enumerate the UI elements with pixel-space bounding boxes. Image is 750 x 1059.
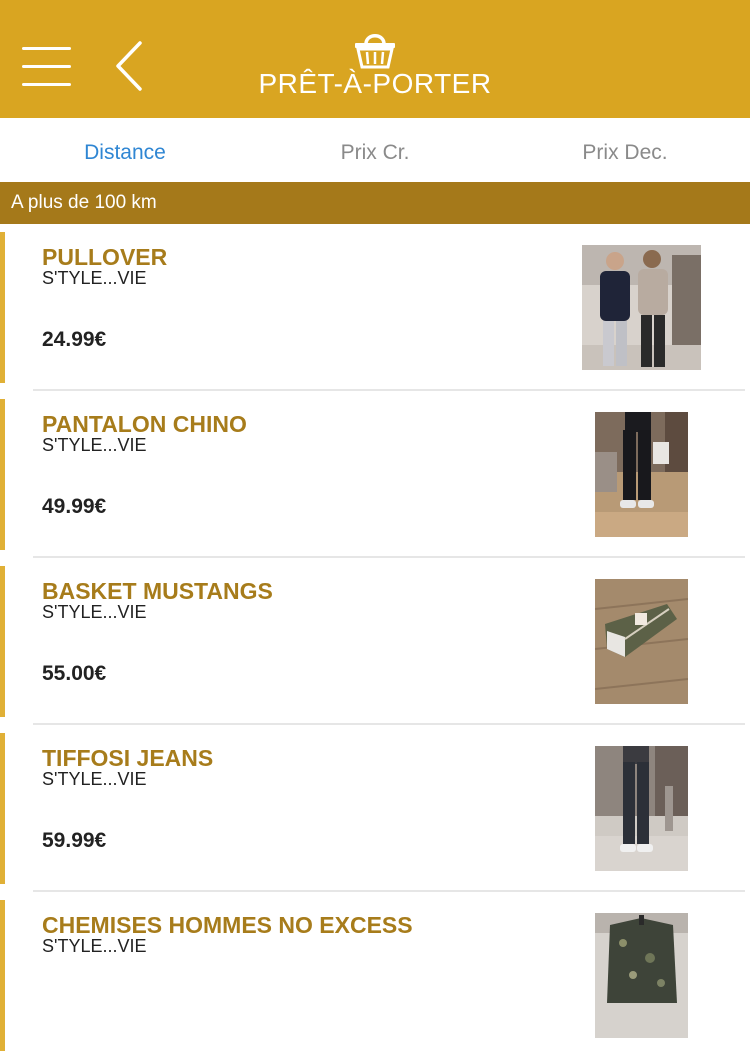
product-list: PULLOVER S'TYLE...VIE 24.99€ PANTALON CH… <box>0 224 750 1059</box>
shop-name: S'TYLE...VIE <box>42 936 147 956</box>
product-name: PULLOVER <box>42 244 168 270</box>
product-item[interactable]: CHEMISES HOMMES NO EXCESS S'TYLE...VIE <box>0 892 750 1059</box>
product-item[interactable]: TIFFOSI JEANS S'TYLE...VIE 59.99€ <box>0 725 750 892</box>
item-accent-bar <box>0 900 5 1051</box>
item-accent-bar <box>0 733 5 884</box>
product-thumbnail <box>582 245 701 370</box>
tab-prix-croissant[interactable]: Prix Cr. <box>250 118 500 182</box>
shop-name: S'TYLE...VIE <box>42 769 147 789</box>
product-price: 49.99€ <box>42 495 107 518</box>
product-price: 24.99€ <box>42 328 107 351</box>
item-accent-bar <box>0 232 5 383</box>
product-price: 55.00€ <box>42 662 107 685</box>
product-name: TIFFOSI JEANS <box>42 745 214 771</box>
header-title-block: PRÊT-À-PORTER <box>0 28 750 99</box>
product-thumbnail <box>595 746 688 871</box>
shop-name: S'TYLE...VIE <box>42 435 147 455</box>
item-accent-bar <box>0 399 5 550</box>
distance-section-header: A plus de 100 km <box>0 182 750 224</box>
product-item[interactable]: PANTALON CHINO S'TYLE...VIE 49.99€ <box>0 391 750 558</box>
page-title: PRÊT-À-PORTER <box>258 68 492 99</box>
product-name: PANTALON CHINO <box>42 411 247 437</box>
item-accent-bar <box>0 566 5 717</box>
product-thumbnail <box>595 579 688 704</box>
product-price: 59.99€ <box>42 829 107 852</box>
product-thumbnail <box>595 913 688 1038</box>
shop-name: S'TYLE...VIE <box>42 602 147 622</box>
product-item[interactable]: PULLOVER S'TYLE...VIE 24.99€ <box>0 224 750 391</box>
basket-icon <box>355 34 395 69</box>
tab-distance[interactable]: Distance <box>0 118 250 182</box>
sort-tabs: Distance Prix Cr. Prix Dec. <box>0 118 750 182</box>
product-item[interactable]: BASKET MUSTANGS S'TYLE...VIE 55.00€ <box>0 558 750 725</box>
product-name: BASKET MUSTANGS <box>42 578 273 604</box>
product-name: CHEMISES HOMMES NO EXCESS <box>42 912 413 938</box>
tab-prix-decroissant[interactable]: Prix Dec. <box>500 118 750 182</box>
product-thumbnail <box>595 412 688 537</box>
app-header: PRÊT-À-PORTER <box>0 0 750 118</box>
shop-name: S'TYLE...VIE <box>42 268 147 288</box>
